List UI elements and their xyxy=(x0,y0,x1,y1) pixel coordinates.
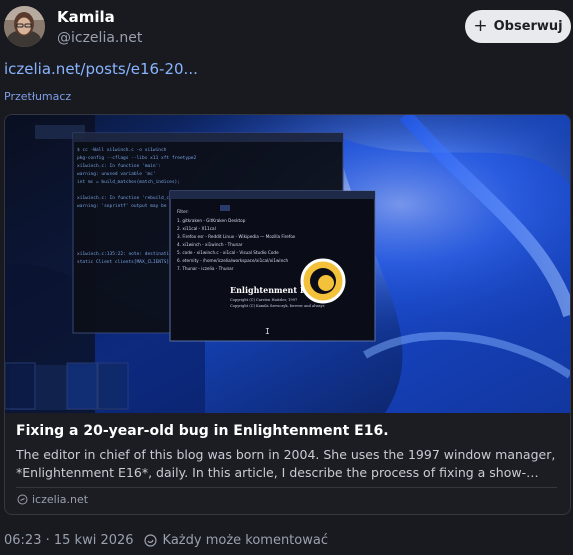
link-card[interactable]: $ cc -Wall xi1winch.c -o xi1winch pkg-co… xyxy=(4,114,571,515)
post-header: Kamila @iczelia.net + Obserwuj xyxy=(0,0,573,56)
reply-policy-icon xyxy=(143,534,157,547)
link-card-description: The editor in chief of this blog was bor… xyxy=(16,447,556,480)
svg-text:7. Thunar - iczelia - Thunar: 7. Thunar - iczelia - Thunar xyxy=(177,266,234,271)
svg-text:1. gitkraken - GitKraken Deskt: 1. gitkraken - GitKraken Desktop xyxy=(177,218,246,223)
post-timestamp[interactable]: 06:23 · 15 kwi 2026 xyxy=(4,533,134,548)
post-meta: 06:23 · 15 kwi 2026 Każdy może komentowa… xyxy=(4,533,328,548)
link-card-image: $ cc -Wall xi1winch.c -o xi1winch pkg-co… xyxy=(5,115,570,413)
svg-text:Filter:: Filter: xyxy=(177,209,189,214)
plus-icon: + xyxy=(473,15,488,36)
svg-text:int mc = build_matches(match_i: int mc = build_matches(match_indices); xyxy=(77,179,180,185)
screenshot-preview: $ cc -Wall xi1winch.c -o xi1winch pkg-co… xyxy=(5,115,570,413)
svg-text:6. eternity - /home/iczelia/wo: 6. eternity - /home/iczelia/workspace/xi… xyxy=(177,258,289,263)
svg-text:2. xi11cal - X11cal: 2. xi11cal - X11cal xyxy=(177,226,216,231)
svg-text:Copyright (C) Kamila Szewczyk,: Copyright (C) Kamila Szewczyk, forever a… xyxy=(230,304,325,308)
svg-text:xi1winch.c: In function 'main': xi1winch.c: In function 'main': xyxy=(77,163,161,169)
author-display-name[interactable]: Kamila xyxy=(57,8,115,26)
link-card-domain-row: iczelia.net xyxy=(17,493,88,506)
author-handle[interactable]: @iczelia.net xyxy=(57,30,142,46)
svg-text:3. Firefox esr - Reddit Linux: 3. Firefox esr - Reddit Linux - Wikipedi… xyxy=(177,234,296,239)
svg-text:xi1winch.c:135:22: note: desti: xi1winch.c:135:22: note: destination xyxy=(77,251,175,257)
post-link[interactable]: iczelia.net/posts/e16-20... xyxy=(4,60,198,78)
svg-text:$ cc -Wall xi1winch.c -o xi1wi: $ cc -Wall xi1winch.c -o xi1winch xyxy=(77,147,167,153)
avatar-image xyxy=(4,6,45,47)
svg-text:warning: unused variable 'mc': warning: unused variable 'mc' xyxy=(77,171,156,177)
divider xyxy=(16,487,557,488)
reply-policy[interactable]: Każdy może komentować xyxy=(163,533,328,548)
svg-text:4. xi1winch - xi1winch - Thuna: 4. xi1winch - xi1winch - Thunar xyxy=(177,242,243,247)
avatar[interactable] xyxy=(4,6,45,47)
svg-text:I: I xyxy=(265,327,270,336)
follow-button[interactable]: + Obserwuj xyxy=(465,10,571,43)
translate-link[interactable]: Przetłumacz xyxy=(4,90,71,103)
follow-button-label: Obserwuj xyxy=(493,19,563,34)
link-icon xyxy=(17,494,28,505)
svg-text:pkg-config --cflags --libs x11: pkg-config --cflags --libs x11 xft freet… xyxy=(77,155,196,161)
link-card-title[interactable]: Fixing a 20-year-old bug in Enlightenmen… xyxy=(16,423,389,439)
svg-text:static Client clients[MAX_CLIE: static Client clients[MAX_CLIENTS]; xyxy=(77,259,172,265)
link-card-domain: iczelia.net xyxy=(32,493,89,506)
svg-text:Copyright (C) Carsten Haitzler: Copyright (C) Carsten Haitzler, 1997 xyxy=(230,298,298,302)
svg-text:5. code - xi1winch.c - xi1cal: 5. code - xi1winch.c - xi1cal - Visual S… xyxy=(177,250,279,255)
